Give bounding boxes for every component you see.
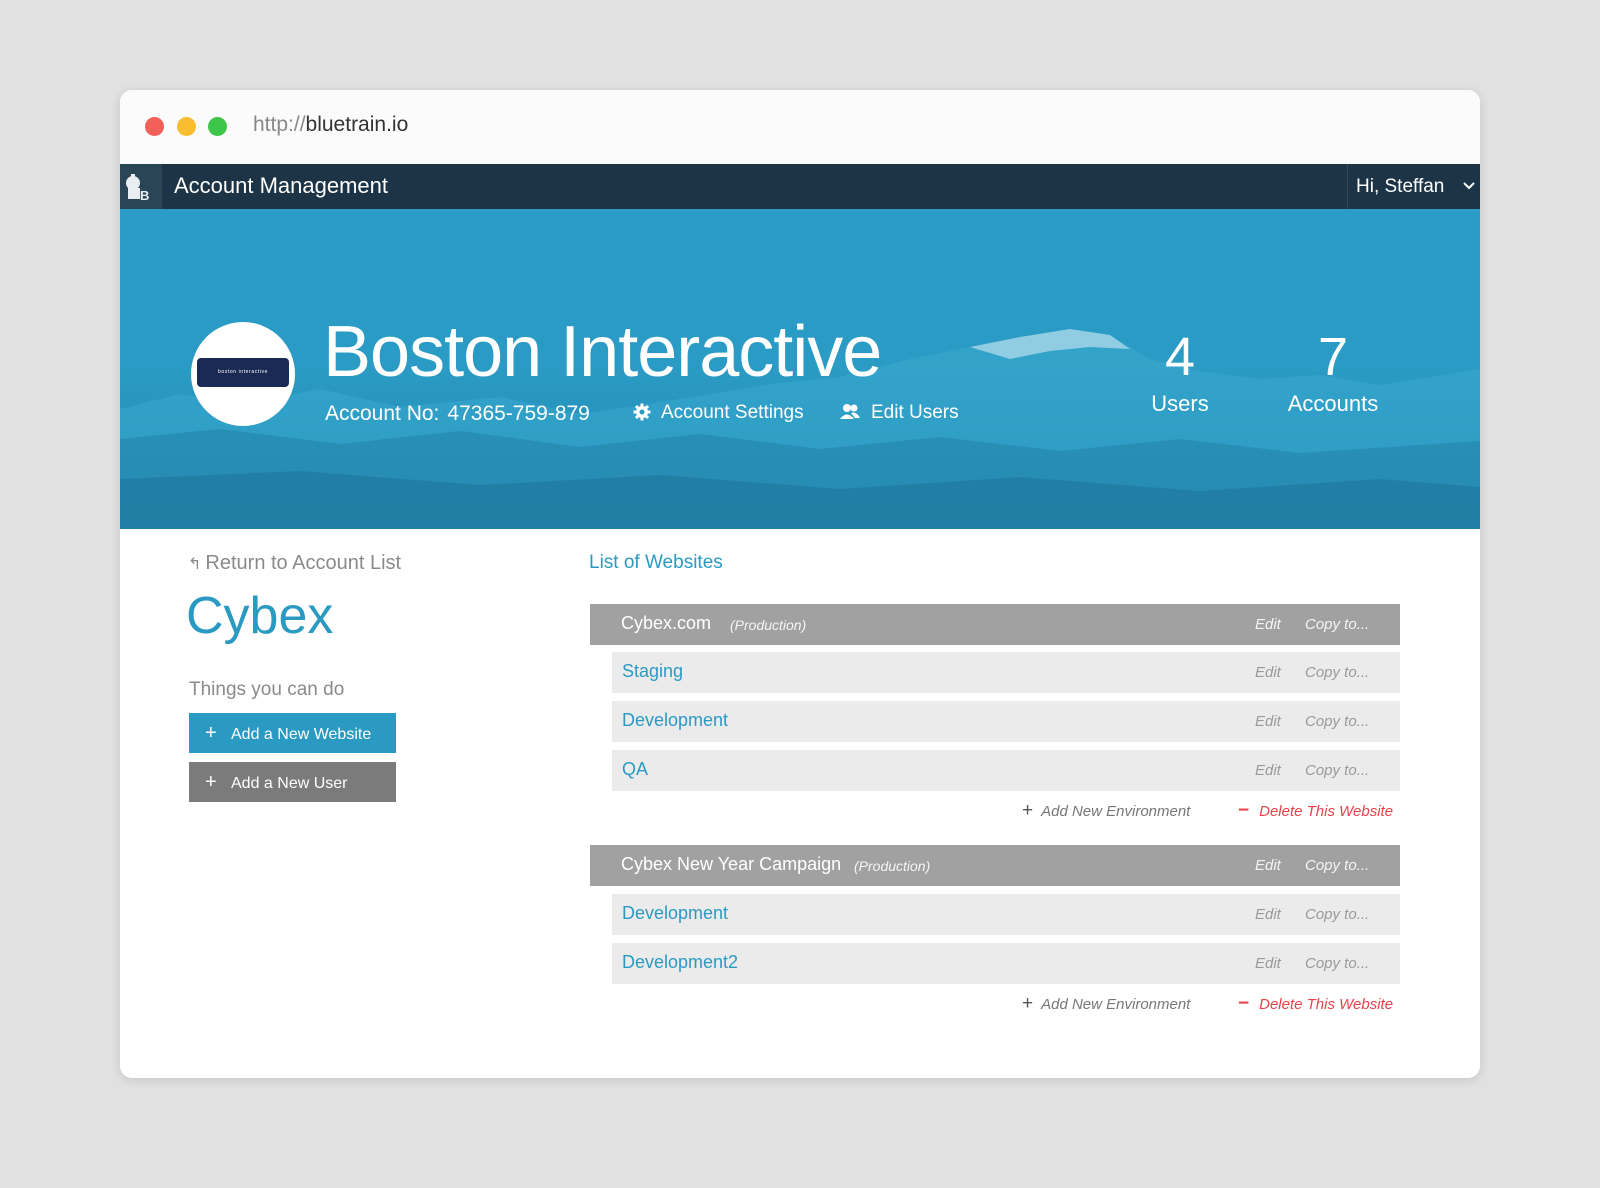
delete-website-link[interactable]: − Delete This Website [1238, 993, 1393, 1015]
edit-link[interactable]: Edit [1255, 616, 1281, 633]
copy-to-link[interactable]: Copy to... [1305, 906, 1369, 923]
copy-to-link[interactable]: Copy to... [1305, 616, 1369, 633]
maximize-window-button[interactable] [208, 117, 227, 136]
edit-link[interactable]: Edit [1255, 664, 1281, 681]
edit-link[interactable]: Edit [1255, 955, 1281, 972]
edit-link[interactable]: Edit [1255, 906, 1281, 923]
accounts-label: Accounts [1287, 391, 1379, 416]
return-to-account-list-link[interactable]: ↰ Return to Account List [188, 552, 401, 575]
edit-link[interactable]: Edit [1255, 713, 1281, 730]
top-navbar: B Account Management Hi, Steffan [120, 164, 1480, 209]
website-tag: (Production) [730, 617, 807, 633]
url-domain: bluetrain.io [305, 113, 409, 136]
website-actions: + Add New Environment − Delete This Websit… [590, 989, 1400, 1019]
users-label: Users [1151, 391, 1209, 416]
copy-to-link[interactable]: Copy to... [1305, 762, 1369, 779]
environment-row[interactable]: Development Edit Copy to... [612, 894, 1400, 935]
url-protocol: http:// [253, 113, 306, 136]
plus-icon: + [1022, 993, 1034, 1014]
add-user-label: Add a New User [231, 775, 348, 792]
bluetrain-logo-icon[interactable]: B [120, 164, 162, 209]
users-count: 4 [1164, 327, 1196, 387]
account-settings-link[interactable]: Account Settings [633, 402, 804, 424]
environment-name[interactable]: QA [622, 759, 648, 780]
nav-title: Account Management [174, 173, 389, 198]
user-menu[interactable]: Hi, Steffan [1347, 164, 1480, 209]
environment-name[interactable]: Development [622, 710, 728, 731]
plus-icon: + [205, 771, 217, 793]
return-link-label: Return to Account List [205, 552, 402, 574]
company-name: Boston Interactive [323, 312, 882, 392]
add-website-button[interactable]: + Add a New Website [189, 713, 396, 753]
minus-icon: − [1238, 993, 1250, 1014]
accounts-count: 7 [1317, 327, 1349, 387]
add-env-label: Add New Environment [1041, 803, 1191, 820]
add-env-label: Add New Environment [1041, 996, 1191, 1013]
chevron-down-icon [1462, 179, 1476, 198]
close-window-button[interactable] [145, 117, 164, 136]
environment-name[interactable]: Development [622, 903, 728, 924]
users-icon [840, 404, 860, 419]
account-number-label: Account No: [325, 402, 440, 425]
website-row[interactable]: Cybex.com (Production) Edit Copy to... [590, 604, 1400, 645]
list-of-websites-heading: List of Websites [589, 552, 723, 573]
delete-website-link[interactable]: − Delete This Website [1238, 800, 1393, 822]
browser-titlebar: http://bluetrain.io [120, 90, 1480, 164]
things-heading: Things you can do [189, 679, 345, 700]
environment-row[interactable]: Development Edit Copy to... [612, 701, 1400, 742]
environment-row[interactable]: Development2 Edit Copy to... [612, 943, 1400, 984]
edit-users-link[interactable]: Edit Users [839, 402, 959, 424]
address-bar[interactable]: http://bluetrain.io [253, 113, 408, 137]
add-user-button[interactable]: + Add a New User [189, 762, 396, 802]
plus-icon: + [1022, 800, 1034, 821]
delete-label: Delete This Website [1259, 803, 1394, 820]
copy-to-link[interactable]: Copy to... [1305, 664, 1369, 681]
company-logo: boston interactive [191, 322, 295, 426]
account-header: boston interactive Boston Interactive Ac… [120, 209, 1480, 529]
edit-link[interactable]: Edit [1255, 857, 1281, 874]
account-number-row: Account No: 47365-759-879 [325, 402, 590, 426]
environment-name[interactable]: Staging [622, 661, 683, 682]
edit-link[interactable]: Edit [1255, 762, 1281, 779]
add-website-label: Add a New Website [231, 726, 372, 743]
add-new-environment-link[interactable]: + Add New Environment [1022, 993, 1190, 1015]
account-number-value: 47365-759-879 [447, 402, 590, 425]
copy-to-link[interactable]: Copy to... [1305, 955, 1369, 972]
browser-window: http://bluetrain.io B Account Management… [120, 90, 1480, 1078]
edit-users-label: Edit Users [871, 402, 959, 423]
gear-icon [633, 403, 651, 421]
return-arrow-icon: ↰ [188, 556, 202, 573]
website-name[interactable]: Cybex New Year Campaign [621, 854, 841, 875]
svg-text:B: B [140, 188, 149, 203]
user-greeting: Hi, Steffan [1356, 176, 1445, 197]
accounts-stat: 7 Accounts [1273, 327, 1393, 417]
plus-icon: + [205, 722, 217, 744]
site-title: Cybex [186, 587, 334, 645]
environment-name[interactable]: Development2 [622, 952, 738, 973]
company-logo-text: boston interactive [197, 358, 289, 387]
environment-row[interactable]: Staging Edit Copy to... [612, 652, 1400, 693]
minimize-window-button[interactable] [177, 117, 196, 136]
add-new-environment-link[interactable]: + Add New Environment [1022, 800, 1190, 822]
copy-to-link[interactable]: Copy to... [1305, 857, 1369, 874]
website-name[interactable]: Cybex.com [621, 613, 711, 634]
copy-to-link[interactable]: Copy to... [1305, 713, 1369, 730]
delete-label: Delete This Website [1259, 996, 1394, 1013]
environment-row[interactable]: QA Edit Copy to... [612, 750, 1400, 791]
website-row[interactable]: Cybex New Year Campaign (Production) Edi… [590, 845, 1400, 886]
minus-icon: − [1238, 800, 1250, 821]
account-settings-label: Account Settings [661, 402, 804, 423]
users-stat: 4 Users [1120, 327, 1240, 417]
website-tag: (Production) [854, 858, 931, 874]
website-actions: + Add New Environment − Delete This Websit… [590, 796, 1400, 826]
